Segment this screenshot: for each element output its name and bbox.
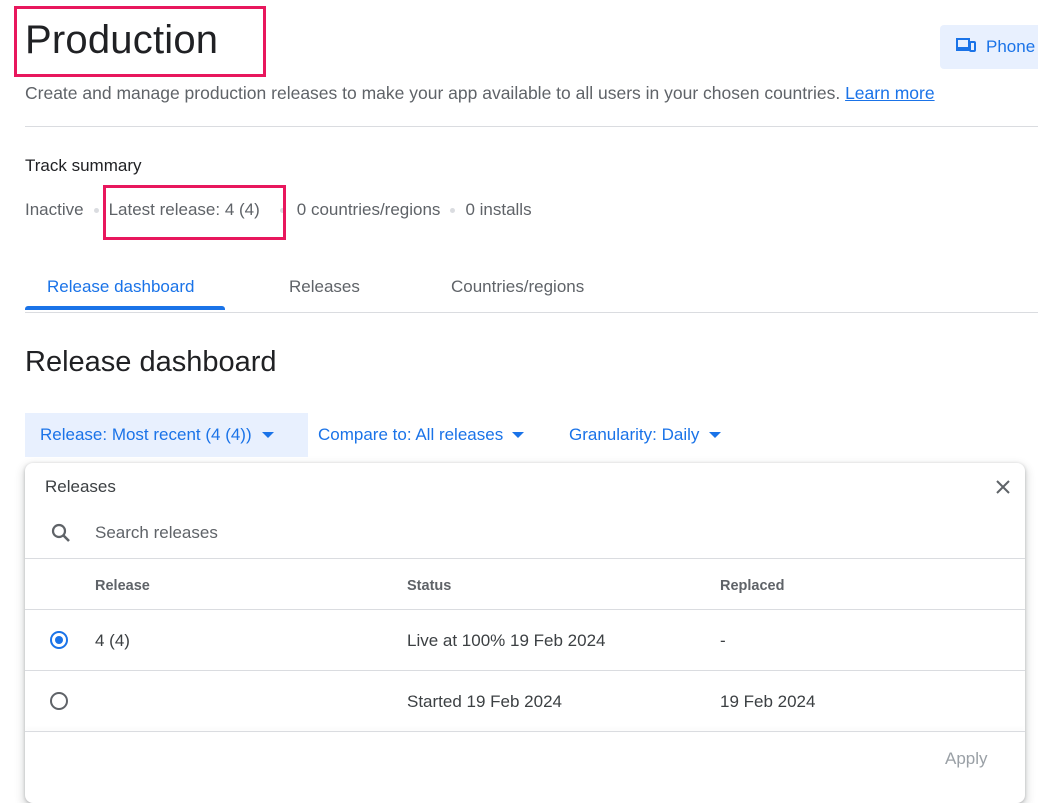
dropdown-arrow-icon [709,432,722,438]
active-tab-indicator [25,306,225,310]
status-cell: Live at 100% 19 Feb 2024 [407,631,606,650]
dropdown-arrow-icon [261,432,274,438]
separator-dot [93,207,99,213]
apply-button[interactable]: Apply [945,749,988,769]
devices-icon [956,37,986,58]
section-heading: Release dashboard [25,346,277,378]
close-icon[interactable] [991,475,1015,499]
tabs-divider [25,312,1038,313]
track-status: Inactive [25,200,84,219]
device-button-label: Phone [986,37,1036,56]
compare-filter-dropdown[interactable]: Compare to: All releases [318,413,525,457]
title-highlight-box [14,6,266,77]
tab-countries-regions[interactable]: Countries/regions [451,277,584,297]
search-releases-input[interactable] [91,519,799,547]
separator-dot [450,207,456,213]
page-description: Create and manage production releases to… [25,83,935,104]
compare-filter-label: Compare to: All releases [318,425,504,444]
latest-release-highlight-box [103,185,286,240]
replaced-cell: 19 Feb 2024 [720,692,816,711]
table-row[interactable]: Started 19 Feb 2024 19 Feb 2024 [25,671,1025,731]
tab-release-dashboard[interactable]: Release dashboard [47,277,194,297]
release-cell: 4 (4) [95,631,130,650]
granularity-filter-label: Granularity: Daily [569,425,700,444]
release-filter-label: Release: Most recent (4 (4)) [40,425,252,444]
search-divider [25,558,1025,559]
device-button[interactable]: Phone [940,25,1038,69]
table-row[interactable]: 4 (4) Live at 100% 19 Feb 2024 - [25,610,1025,670]
countries-count: 0 countries/regions [296,200,441,219]
radio-unselected[interactable] [50,692,68,710]
installs-count: 0 installs [465,200,532,219]
description-text: Create and manage production releases to… [25,83,841,103]
header-divider [25,126,1038,127]
release-filter-dropdown[interactable]: Release: Most recent (4 (4)) [25,413,308,457]
releases-dropdown-panel: Releases Release Status Replaced 4 (4) L… [25,463,1025,803]
learn-more-link[interactable]: Learn more [845,83,935,103]
granularity-filter-dropdown[interactable]: Granularity: Daily [569,413,722,457]
radio-selected[interactable] [50,631,68,649]
status-cell: Started 19 Feb 2024 [407,692,563,711]
column-header-replaced: Replaced [720,578,785,594]
search-icon [49,521,73,550]
tab-releases[interactable]: Releases [289,277,360,297]
footer-divider [25,731,1025,732]
replaced-cell: - [720,631,726,650]
panel-title: Releases [45,477,116,496]
column-header-status: Status [407,578,452,594]
dropdown-arrow-icon [512,432,525,438]
column-header-release: Release [95,578,150,594]
track-summary-heading: Track summary [25,156,142,175]
